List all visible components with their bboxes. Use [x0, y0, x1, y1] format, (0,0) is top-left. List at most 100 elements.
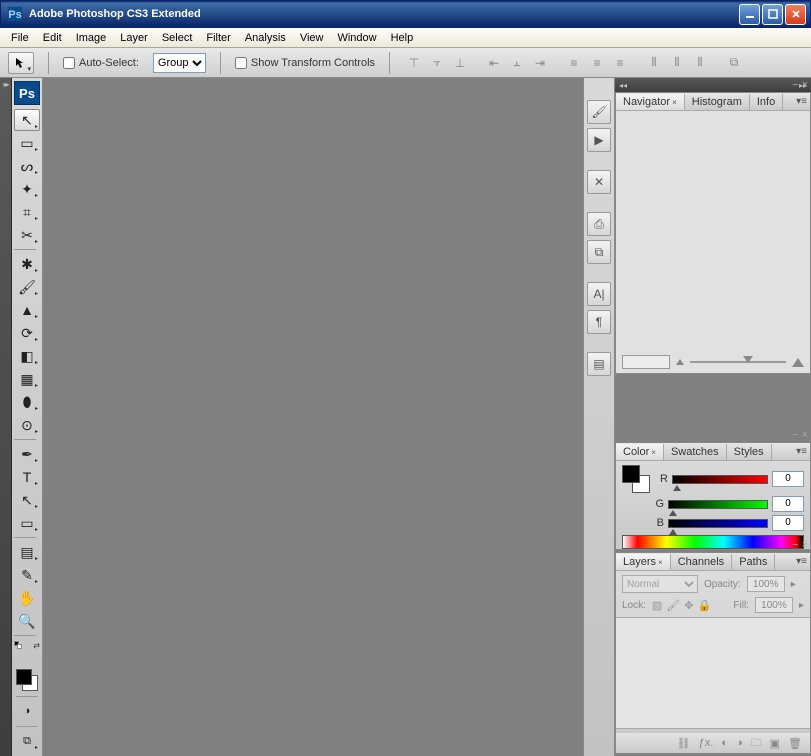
crop-tool[interactable]: ⌗▸	[14, 201, 40, 223]
panel-menu-icon[interactable]: ▾≡	[796, 96, 807, 107]
distribute-right-icon[interactable]: ⦀	[690, 53, 710, 73]
minimize-button[interactable]	[739, 4, 760, 25]
swap-colors-icon[interactable]: ⇄	[33, 641, 40, 650]
panel-dock-strip[interactable]: ◂◂ ▸▸	[615, 78, 811, 92]
distribute-bottom-icon[interactable]: ≡	[610, 53, 630, 73]
magic-wand-tool[interactable]: ✦▸	[14, 178, 40, 200]
tab-color[interactable]: Color×	[616, 444, 664, 460]
new-layer-icon[interactable]: ▣	[770, 737, 780, 750]
auto-select-mode-dropdown[interactable]: Group	[153, 53, 206, 73]
show-transform-checkbox[interactable]	[235, 57, 247, 69]
channel-r-value[interactable]: 0	[772, 471, 804, 487]
current-tool-indicator[interactable]	[8, 52, 34, 74]
foreground-color-swatch[interactable]	[16, 669, 32, 685]
hand-tool[interactable]: ✋	[14, 587, 40, 609]
tab-close-icon[interactable]: ×	[672, 98, 677, 107]
layer-style-icon[interactable]: ƒx.	[699, 737, 714, 749]
channel-g-value[interactable]: 0	[772, 496, 804, 512]
gradient-tool[interactable]: ▦▸	[14, 368, 40, 390]
healing-brush-tool[interactable]: ✱▸	[14, 253, 40, 275]
panel-minimize-icon[interactable]: −	[792, 539, 798, 551]
zoom-tool[interactable]: 🔍	[14, 610, 40, 632]
lock-all-icon[interactable]: 🔒	[698, 599, 712, 612]
align-right-icon[interactable]: ⇥	[530, 53, 550, 73]
tool-presets-panel-icon[interactable]: ✕	[587, 170, 611, 194]
menu-view[interactable]: View	[293, 30, 331, 46]
lock-position-icon[interactable]: ✥	[684, 599, 693, 612]
show-transform-option[interactable]: Show Transform Controls	[235, 57, 375, 69]
distribute-vcenter-icon[interactable]: ≡	[587, 53, 607, 73]
channel-b-slider[interactable]	[668, 519, 768, 528]
path-selection-tool[interactable]: ↖▸	[14, 489, 40, 511]
menu-filter[interactable]: Filter	[199, 30, 237, 46]
menu-edit[interactable]: Edit	[36, 30, 69, 46]
lasso-tool[interactable]: ᔕ▸	[14, 155, 40, 177]
menu-image[interactable]: Image	[69, 30, 114, 46]
menu-layer[interactable]: Layer	[113, 30, 155, 46]
tab-swatches[interactable]: Swatches	[664, 444, 727, 460]
dodge-tool[interactable]: ⊙▸	[14, 414, 40, 436]
lock-transparency-icon[interactable]: ▨	[652, 599, 662, 612]
paragraph-panel-icon[interactable]: ¶	[587, 310, 611, 334]
tab-close-icon[interactable]: ×	[658, 558, 663, 567]
panel-minimize-icon[interactable]: −	[792, 79, 798, 91]
link-layers-icon[interactable]: ⛓	[677, 737, 691, 750]
move-tool[interactable]: ↖▸	[14, 109, 40, 131]
navigator-zoom-slider[interactable]	[690, 361, 786, 363]
tab-info[interactable]: Info	[750, 94, 783, 110]
lock-image-icon[interactable]: 🖌	[666, 599, 680, 612]
clone-stamp-tool[interactable]: ▲▸	[14, 299, 40, 321]
distribute-left-icon[interactable]: ⦀	[644, 53, 664, 73]
blur-tool[interactable]: ⬮▸	[14, 391, 40, 413]
menu-file[interactable]: File	[4, 30, 36, 46]
tab-navigator[interactable]: Navigator×	[616, 94, 685, 110]
tab-layers[interactable]: Layers×	[616, 554, 671, 570]
align-vcenter-icon[interactable]: ⫟	[427, 53, 447, 73]
panel-close-icon[interactable]: ×	[802, 539, 808, 551]
menu-select[interactable]: Select	[155, 30, 200, 46]
layer-mask-icon[interactable]: ◐	[721, 737, 728, 749]
align-bottom-icon[interactable]: ⊥	[450, 53, 470, 73]
foreground-background-colors[interactable]	[14, 667, 40, 693]
panel-menu-icon[interactable]: ▾≡	[796, 556, 807, 567]
auto-align-icon[interactable]: ⧉	[724, 53, 744, 73]
tab-close-icon[interactable]: ×	[651, 448, 656, 457]
flyout-icon[interactable]: ▸	[791, 579, 796, 590]
brushes-panel-icon[interactable]: 🖌	[587, 100, 611, 124]
history-brush-tool[interactable]: ⟳▸	[14, 322, 40, 344]
align-top-icon[interactable]: ⊤	[404, 53, 424, 73]
distribute-top-icon[interactable]: ≡	[564, 53, 584, 73]
align-hcenter-icon[interactable]: ⫠	[507, 53, 527, 73]
panel-close-icon[interactable]: ×	[802, 429, 808, 441]
fill-value[interactable]: 100%	[755, 597, 793, 613]
tab-channels[interactable]: Channels	[671, 554, 732, 570]
character-panel-icon[interactable]: A|	[587, 282, 611, 306]
blend-mode-dropdown[interactable]: Normal	[622, 575, 698, 593]
eraser-tool[interactable]: ◧▸	[14, 345, 40, 367]
eyedropper-tool[interactable]: ✎▸	[14, 564, 40, 586]
tab-styles[interactable]: Styles	[727, 444, 772, 460]
quick-mask-button[interactable]: ◑	[14, 700, 40, 722]
menu-window[interactable]: Window	[330, 30, 383, 46]
auto-select-checkbox[interactable]	[63, 57, 75, 69]
canvas-workspace[interactable]	[43, 78, 583, 756]
default-colors[interactable]: ⇄	[14, 641, 40, 667]
color-spectrum-ramp[interactable]	[622, 535, 804, 549]
align-left-icon[interactable]: ⇤	[484, 53, 504, 73]
clone-source-panel-icon[interactable]: ▶	[587, 128, 611, 152]
panel-menu-icon[interactable]: ▾≡	[796, 446, 807, 457]
channel-g-slider[interactable]	[668, 500, 768, 509]
maximize-button[interactable]	[762, 4, 783, 25]
menu-analysis[interactable]: Analysis	[238, 30, 293, 46]
channel-b-value[interactable]: 0	[772, 515, 804, 531]
screen-mode-button[interactable]: ⧉▸	[14, 730, 40, 752]
pen-tool[interactable]: ✒▸	[14, 443, 40, 465]
zoom-in-icon[interactable]	[792, 358, 804, 367]
layer-comps-panel-icon[interactable]: ⎙	[587, 212, 611, 236]
tab-paths[interactable]: Paths	[732, 554, 775, 570]
color-swatch-pair[interactable]	[622, 465, 650, 493]
panel-close-icon[interactable]: ×	[802, 79, 808, 91]
tab-histogram[interactable]: Histogram	[685, 94, 750, 110]
distribute-hcenter-icon[interactable]: ⦀	[667, 53, 687, 73]
menu-help[interactable]: Help	[384, 30, 421, 46]
